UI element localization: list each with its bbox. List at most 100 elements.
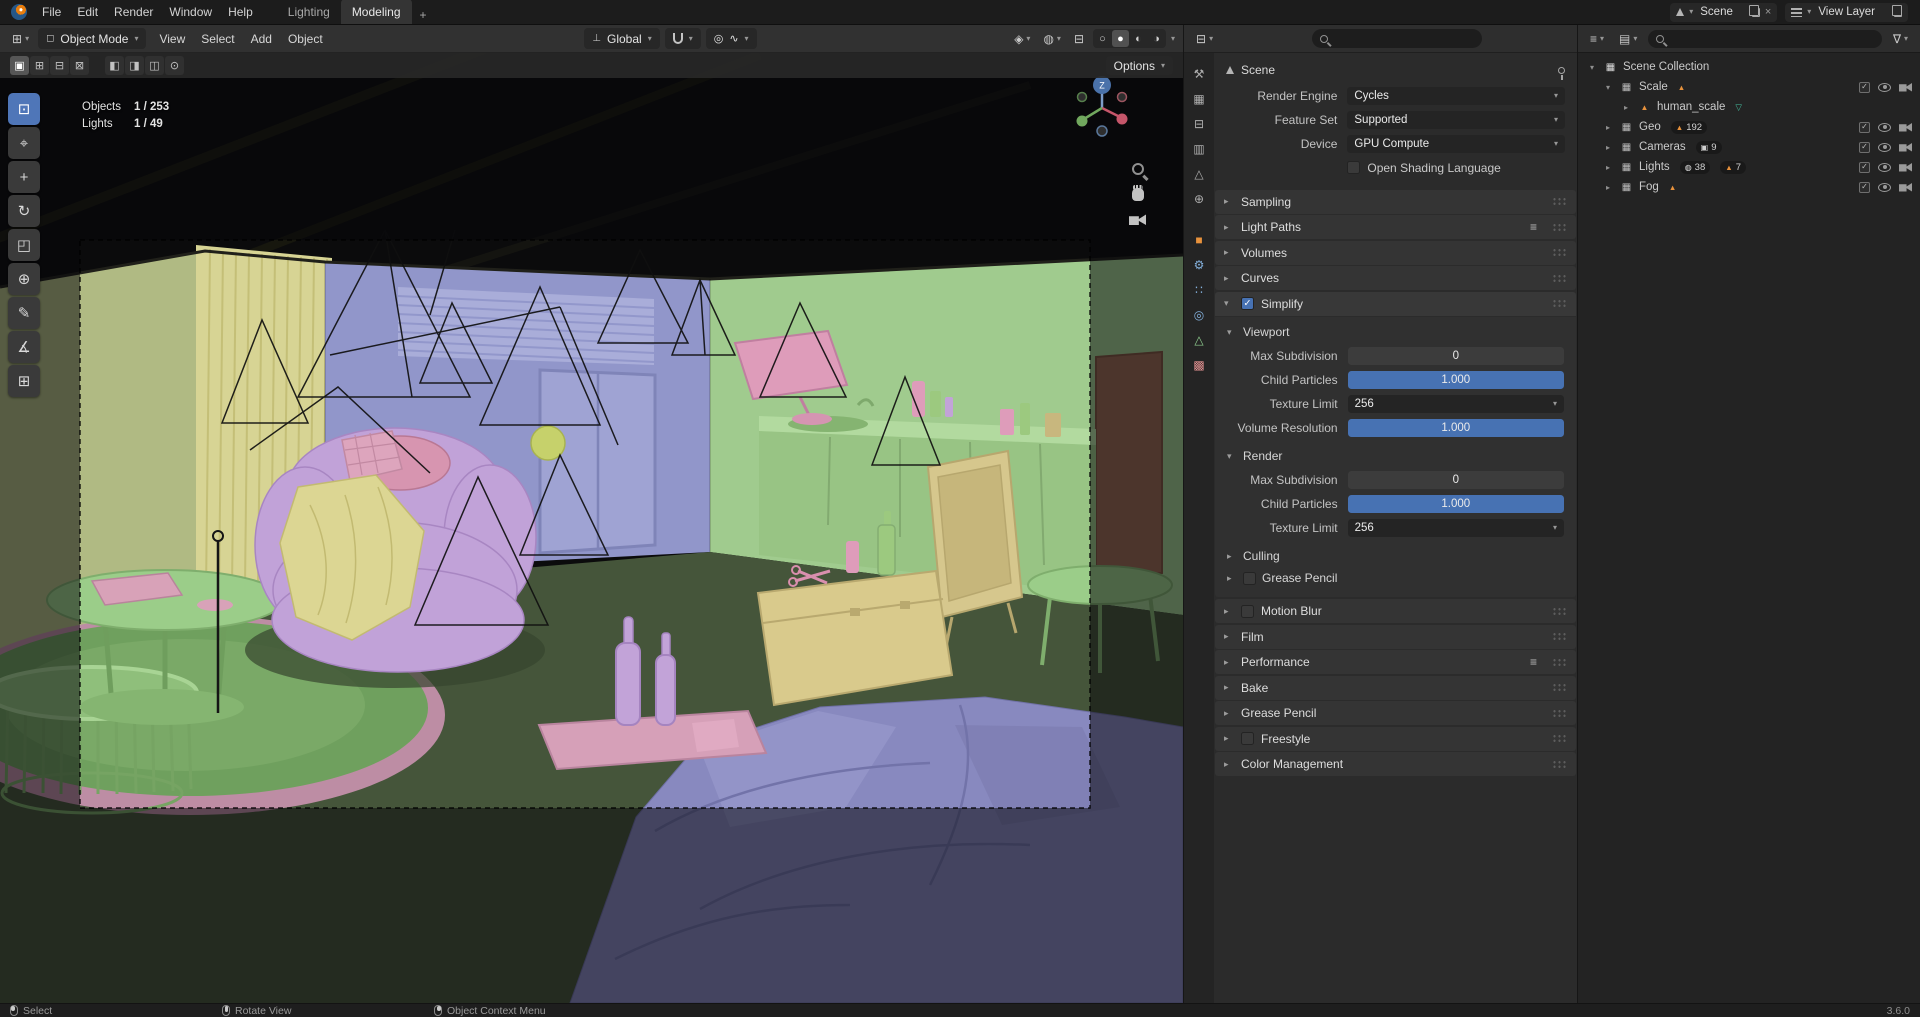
disable-render-icon[interactable] (1899, 162, 1912, 172)
transform-orientation-selector[interactable]: ⊥ Global ▾ (584, 28, 660, 49)
show-gizmo-button[interactable]: ◈ ▾ (1010, 30, 1034, 48)
snap-toggle[interactable]: ▾ (664, 28, 701, 49)
properties-tab[interactable]: ■ (1184, 227, 1214, 252)
tool-option-button[interactable]: ⊙ (165, 56, 184, 75)
viewport-menu-item[interactable]: Add (243, 29, 280, 49)
panel-header[interactable]: ▸ Volumes (1215, 240, 1576, 265)
tool-button[interactable]: ⊡ (8, 93, 40, 125)
expand-arrow-icon[interactable]: ▸ (1606, 143, 1616, 152)
show-overlays-button[interactable]: ◍ ▾ (1039, 30, 1065, 48)
outliner-row[interactable]: ▸ Lights 38 7 (1578, 157, 1920, 177)
subpanel-header[interactable]: ▸ Grease Pencil (1215, 567, 1576, 589)
property-field[interactable]: 0▾ (1347, 346, 1564, 365)
render-engine-dropdown[interactable]: Cycles ▾ (1347, 86, 1565, 105)
item-name[interactable]: Scene Collection (1623, 61, 1709, 73)
editor-type-button[interactable]: ⊞ ▾ (8, 30, 33, 48)
simplify-viewport-subheader[interactable]: ▾ Viewport (1215, 321, 1576, 343)
properties-search-input[interactable] (1312, 29, 1483, 48)
viewport-menu-item[interactable]: Object (280, 29, 331, 49)
outliner-row[interactable]: ▸ Geo 192 (1578, 117, 1920, 137)
pin-icon[interactable] (1558, 67, 1565, 80)
navigation-gizmo[interactable]: Z (1067, 73, 1137, 146)
item-name[interactable]: Fog (1639, 181, 1659, 193)
exclude-checkbox[interactable] (1859, 141, 1870, 153)
expand-arrow-icon[interactable]: ▸ (1606, 183, 1616, 192)
expand-arrow-icon[interactable]: ▸ (1606, 163, 1616, 172)
item-name[interactable]: Lights (1639, 161, 1670, 173)
property-field[interactable]: 256 ▾ (1347, 518, 1564, 537)
expand-arrow-icon[interactable]: ▸ (1624, 103, 1634, 112)
mode-selector[interactable]: ◻ Object Mode ▾ (38, 28, 147, 49)
menu-item[interactable]: Render (106, 3, 161, 21)
exclude-checkbox[interactable] (1859, 81, 1870, 93)
panel-header[interactable]: ▸ Film (1215, 624, 1576, 649)
outliner-search-input[interactable] (1648, 29, 1882, 48)
panel-checkbox[interactable] (1241, 732, 1254, 745)
shading-mode-button[interactable]: ● (1112, 30, 1129, 47)
filter-icon[interactable]: ∇ ▾ (1889, 30, 1912, 48)
properties-tab[interactable]: △ (1184, 161, 1214, 186)
properties-tab[interactable]: ⊕ (1184, 186, 1214, 211)
properties-tab[interactable]: △ (1184, 327, 1214, 352)
pan-hand-icon[interactable] (1131, 185, 1144, 201)
item-name[interactable]: Scale (1639, 81, 1668, 93)
shading-mode-button[interactable]: ○ (1094, 30, 1111, 47)
property-field[interactable]: 1.000▾ (1347, 370, 1564, 389)
add-workspace-button[interactable]: + (412, 6, 435, 24)
workspace-tab[interactable]: Modeling (340, 0, 412, 24)
outliner-row[interactable]: ▾ Scene Collection (1578, 57, 1920, 77)
feature-set-dropdown[interactable]: Supported ▾ (1347, 110, 1565, 129)
xray-toggle[interactable]: ⊟ (1070, 30, 1088, 48)
properties-tab[interactable]: ▦ (1184, 86, 1214, 111)
simplify-checkbox[interactable] (1241, 297, 1254, 310)
workspace-tab[interactable]: Lighting (277, 0, 341, 24)
panel-header[interactable]: ▸ Sampling (1215, 189, 1576, 214)
subpanel-checkbox[interactable] (1243, 571, 1256, 585)
menu-item[interactable]: File (34, 3, 69, 21)
panel-header[interactable]: ▸ Performance (1215, 650, 1576, 674)
properties-tab[interactable]: ▥ (1184, 136, 1214, 161)
properties-tab[interactable]: ▩ (1184, 352, 1214, 377)
scene-selector[interactable]: ▾ Scene × (1670, 2, 1778, 22)
outliner-row[interactable]: ▸ human_scale (1578, 97, 1920, 117)
editor-type-button[interactable]: ≡ ▾ (1586, 30, 1608, 48)
property-field[interactable]: 1.000▾ (1347, 418, 1564, 437)
panel-header[interactable]: ▸ Curves (1215, 266, 1576, 290)
select-mode-button[interactable]: ⊞ (30, 56, 49, 75)
item-name[interactable]: Geo (1639, 121, 1661, 133)
outliner-row[interactable]: ▸ Fog (1578, 177, 1920, 197)
property-field[interactable]: 256 ▾ (1347, 394, 1564, 413)
presets-icon[interactable] (1530, 655, 1537, 669)
properties-tab[interactable]: ⚒ (1184, 61, 1214, 86)
zoom-icon[interactable] (1131, 163, 1144, 175)
hide-eye-icon[interactable] (1878, 162, 1891, 172)
osl-checkbox[interactable] (1347, 161, 1361, 174)
expand-arrow-icon[interactable]: ▸ (1606, 123, 1616, 132)
hide-eye-icon[interactable] (1878, 182, 1891, 192)
disable-render-icon[interactable] (1899, 142, 1912, 152)
properties-tab[interactable]: ⊟ (1184, 111, 1214, 136)
menu-item[interactable]: Window (161, 3, 220, 21)
unlink-scene-icon[interactable]: × (1765, 6, 1771, 18)
viewport-menu-item[interactable]: View (151, 29, 193, 49)
expand-arrow-icon[interactable]: ▾ (1590, 63, 1600, 72)
disable-render-icon[interactable] (1899, 182, 1912, 192)
presets-icon[interactable] (1530, 220, 1537, 234)
camera-view-icon[interactable] (1129, 214, 1146, 225)
properties-tab[interactable]: ∷ (1184, 277, 1214, 302)
tool-option-button[interactable]: ◧ (105, 56, 124, 75)
simplify-panel-header[interactable]: ▾ Simplify (1215, 291, 1576, 316)
expand-arrow-icon[interactable]: ▾ (1606, 83, 1616, 92)
shading-mode-button[interactable]: ◐ (1130, 30, 1147, 47)
select-mode-button[interactable]: ⊟ (50, 56, 69, 75)
properties-tab[interactable]: ⚙ (1184, 252, 1214, 277)
tool-button[interactable]: ↻ (8, 195, 40, 227)
tool-option-button[interactable]: ◨ (125, 56, 144, 75)
tool-option-button[interactable]: ◫ (145, 56, 164, 75)
outliner-row[interactable]: ▸ Cameras 9 (1578, 137, 1920, 157)
disable-render-icon[interactable] (1899, 82, 1912, 92)
new-scene-icon[interactable] (1749, 5, 1760, 17)
tool-button[interactable]: + (8, 161, 40, 193)
tool-button[interactable]: ✎ (8, 297, 40, 329)
hide-eye-icon[interactable] (1878, 142, 1891, 152)
